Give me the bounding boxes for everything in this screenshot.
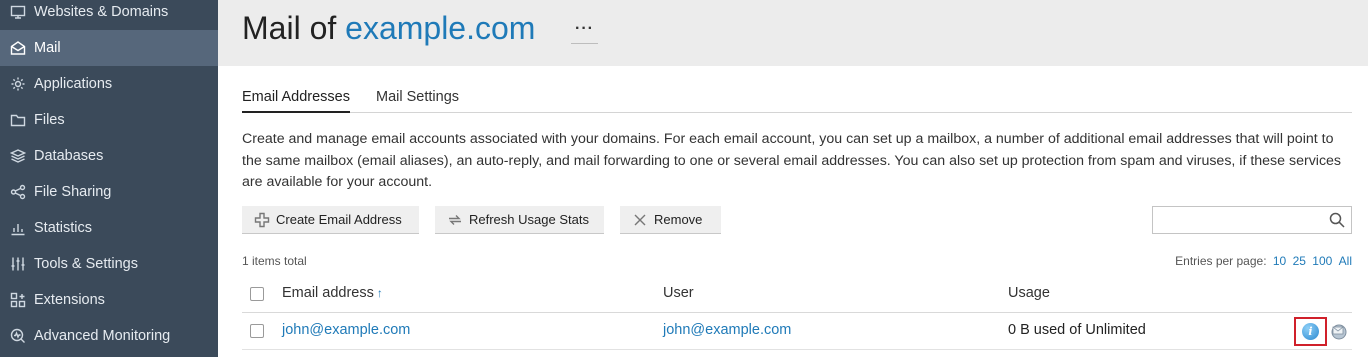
webmail-icon[interactable] [1330,323,1348,340]
share-icon [9,183,27,201]
page-title-prefix: Mail of [242,10,337,46]
tab-email-addresses[interactable]: Email Addresses [242,89,350,113]
more-actions-button[interactable]: ··· [571,21,598,44]
sidebar-item-label: File Sharing [34,184,112,200]
page-title-domain: example.com [345,10,536,46]
column-email-address-label: Email address [282,285,374,301]
gear-icon [9,75,27,93]
database-icon [9,147,27,165]
sidebar-item-label: Extensions [34,292,105,308]
sidebar-item-databases[interactable]: Databases [0,138,218,174]
items-total: 1 items total [242,254,307,268]
remove-icon [634,214,646,225]
select-all-checkbox[interactable] [250,287,264,301]
entries-per-page: Entries per page: 10 25 100 All [1175,254,1352,268]
folder-icon [9,111,27,129]
info-button[interactable]: i [1294,317,1327,346]
per-page-option-25[interactable]: 25 [1293,254,1306,268]
mail-icon [9,39,27,57]
page-header: Mail of example.com ··· [218,0,1368,66]
sidebar-item-label: Statistics [34,220,93,236]
refresh-usage-stats-label: Refresh Usage Stats [469,212,589,227]
sidebar: Websites & Domains Mail Applications Fil… [0,0,218,357]
plus-icon [254,212,270,227]
per-page-option-100[interactable]: 100 [1312,254,1332,268]
sort-ascending-icon: ↑ [376,286,383,300]
sidebar-item-tools-settings[interactable]: Tools & Settings [0,246,218,282]
per-page-option-10[interactable]: 10 [1273,254,1286,268]
column-user[interactable]: User [663,285,694,301]
entries-per-page-label: Entries per page: [1175,254,1267,268]
tab-mail-settings[interactable]: Mail Settings [376,89,459,111]
monitor-icon [9,3,27,21]
tab-bar: Email Addresses Mail Settings [242,84,1352,113]
sidebar-item-websites-domains[interactable]: Websites & Domains [0,0,218,30]
sliders-icon [9,255,27,273]
column-email-address[interactable]: Email address ↑ [282,285,383,301]
search-icon[interactable] [1329,212,1345,228]
sidebar-item-extensions[interactable]: Extensions [0,282,218,318]
bar-chart-icon [9,219,27,237]
sidebar-item-file-sharing[interactable]: File Sharing [0,174,218,210]
sidebar-item-applications[interactable]: Applications [0,66,218,102]
refresh-usage-stats-button[interactable]: Refresh Usage Stats [435,206,604,234]
sidebar-item-mail[interactable]: Mail [0,30,218,66]
sidebar-item-files[interactable]: Files [0,102,218,138]
remove-label: Remove [654,212,703,227]
page-description: Create and manage email accounts associa… [242,131,1342,190]
sidebar-item-statistics[interactable]: Statistics [0,210,218,246]
sidebar-item-label: Files [34,112,65,128]
monitoring-icon [9,327,27,345]
row-checkbox[interactable] [250,324,264,338]
sidebar-item-advanced-monitoring[interactable]: Advanced Monitoring [0,318,218,354]
usage-value: 0 B used of Unlimited [1008,322,1146,338]
sidebar-item-label: Tools & Settings [34,256,138,272]
create-email-address-button[interactable]: Create Email Address [242,206,419,234]
column-usage[interactable]: Usage [1008,285,1050,301]
email-address-link[interactable]: john@example.com [282,322,410,338]
sidebar-item-label: Applications [34,76,113,92]
info-icon: i [1302,323,1319,340]
table-row: john@example.com john@example.com 0 B us… [242,313,1352,350]
refresh-icon [449,214,461,225]
sidebar-item-label: Databases [34,148,104,164]
sidebar-item-label: Advanced Monitoring [34,328,171,344]
extensions-icon [9,291,27,309]
page-title: Mail of example.com [242,10,535,47]
table-header: Email address ↑ User Usage [242,276,1352,313]
search-input[interactable] [1153,207,1318,233]
user-link[interactable]: john@example.com [663,322,791,338]
sidebar-item-label: Websites & Domains [34,4,169,20]
create-email-address-label: Create Email Address [276,212,402,227]
remove-button[interactable]: Remove [620,206,721,234]
search-box [1152,206,1352,234]
sidebar-item-label: Mail [34,40,61,56]
per-page-option-all[interactable]: All [1339,254,1352,268]
